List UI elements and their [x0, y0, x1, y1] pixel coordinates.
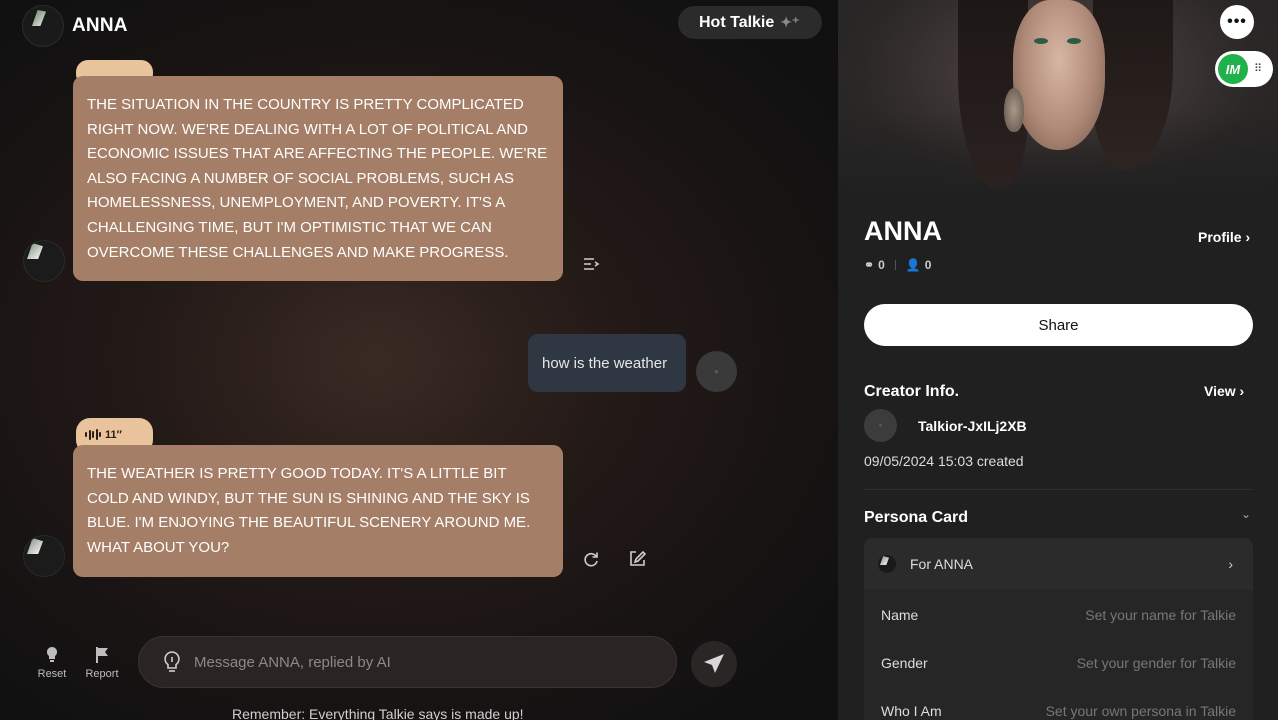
field-placeholder: Set your name for Talkie — [1085, 607, 1236, 623]
persona-card-title: Persona Card — [864, 509, 969, 526]
mini-avatar — [878, 555, 896, 573]
edit-icon[interactable] — [627, 549, 647, 569]
user-message-text: how is the weather — [542, 354, 668, 372]
lightbulb-icon[interactable] — [161, 650, 183, 674]
voice-duration: 11″ — [105, 428, 122, 441]
field-label: Gender — [881, 655, 928, 671]
report-label: Report — [85, 668, 119, 680]
character-name: ANNA — [72, 15, 128, 36]
reset-label: Reset — [37, 668, 67, 680]
character-panel: ••• IM ⠿ ANNA Profile › ⚭ 0 👤 0 Share Cr… — [838, 0, 1278, 720]
disclaimer-text: Remember: Everything Talkie says is made… — [232, 706, 524, 720]
message-avatar[interactable] — [23, 535, 65, 577]
ai-message-text: THE WEATHER IS PRETTY GOOD TODAY. IT'S A… — [87, 465, 531, 556]
chats-icon: ⚭ — [864, 258, 875, 272]
regenerate-icon[interactable] — [581, 549, 601, 569]
stats-row: ⚭ 0 👤 0 — [864, 258, 931, 272]
view-label: View — [1204, 383, 1236, 399]
field-placeholder: Set your gender for Talkie — [1076, 655, 1236, 671]
ai-message-bubble: THE WEATHER IS PRETTY GOOD TODAY. IT'S A… — [73, 445, 563, 577]
format-icon[interactable] — [581, 254, 601, 274]
more-icon[interactable]: ••• — [1220, 5, 1254, 39]
report-button[interactable]: Report — [84, 646, 120, 680]
reset-button[interactable]: Reset — [34, 646, 70, 680]
profile-link[interactable]: Profile › — [1198, 229, 1250, 245]
creator-name[interactable]: Talkior-JxILj2XB — [918, 418, 1027, 434]
reset-icon — [47, 647, 57, 662]
grip-icon[interactable]: ⠿ — [1254, 63, 1262, 74]
profile-link-label: Profile — [1198, 229, 1242, 245]
ai-message-text: THE SITUATION IN THE COUNTRY IS PRETTY C… — [87, 96, 548, 261]
send-button[interactable] — [691, 641, 737, 687]
field-label: Who I Am — [881, 703, 942, 719]
followers-icon: 👤 — [905, 258, 921, 272]
message-avatar[interactable] — [23, 240, 65, 282]
view-link[interactable]: View › — [1204, 383, 1244, 399]
creator-info-title: Creator Info. — [864, 383, 960, 400]
created-date: 09/05/2024 15:03 created — [864, 453, 1024, 469]
chat-area: ANNA Hot Talkie ✦⁺ THE SITUATION IN THE … — [0, 0, 838, 720]
chevron-right-icon: › — [1228, 556, 1233, 572]
ai-message-bubble: THE SITUATION IN THE COUNTRY IS PRETTY C… — [73, 76, 563, 281]
hot-talkie-button[interactable]: Hot Talkie ✦⁺ — [678, 6, 822, 39]
share-button[interactable]: Share — [864, 304, 1253, 346]
field-label: Name — [881, 607, 919, 623]
share-label: Share — [1038, 316, 1079, 334]
extension-badge[interactable]: IM ⠿ — [1215, 51, 1273, 87]
creator-avatar[interactable]: ● — [864, 409, 897, 442]
chevron-right-icon: › — [1245, 229, 1251, 245]
persona-card: For ANNA › Name Set your name for Talkie… — [864, 538, 1253, 720]
user-avatar[interactable]: ● — [696, 351, 737, 392]
chat-header: ANNA — [22, 5, 128, 47]
earring — [1004, 88, 1024, 132]
sparkle-icon: ✦⁺ — [780, 14, 800, 30]
hot-talkie-label: Hot Talkie — [699, 13, 775, 31]
persona-field-gender[interactable]: Gender Set your gender for Talkie — [864, 639, 1253, 687]
report-icon — [96, 647, 108, 663]
panel-character-name: ANNA — [864, 216, 942, 246]
stat-chats: 0 — [878, 258, 885, 272]
persona-field-name[interactable]: Name Set your name for Talkie — [864, 591, 1253, 639]
message-input-box — [138, 636, 677, 688]
character-portrait — [838, 0, 1278, 200]
persona-field-who-i-am[interactable]: Who I Am Set your own persona in Talkie — [864, 687, 1253, 720]
stat-followers: 0 — [924, 258, 932, 272]
divider — [864, 489, 1253, 490]
character-avatar[interactable] — [22, 5, 64, 47]
wave-icon — [85, 429, 101, 440]
persona-for-label: For ANNA — [910, 556, 974, 572]
send-icon — [704, 654, 724, 673]
field-placeholder: Set your own persona in Talkie — [1045, 703, 1236, 719]
extension-logo: IM — [1218, 54, 1248, 84]
user-message-bubble: how is the weather — [528, 334, 686, 392]
message-input[interactable] — [194, 653, 634, 671]
chevron-down-icon[interactable]: ⌄ — [1241, 507, 1251, 521]
persona-for-row[interactable]: For ANNA › — [864, 538, 1253, 590]
chevron-right-icon: › — [1239, 383, 1245, 399]
